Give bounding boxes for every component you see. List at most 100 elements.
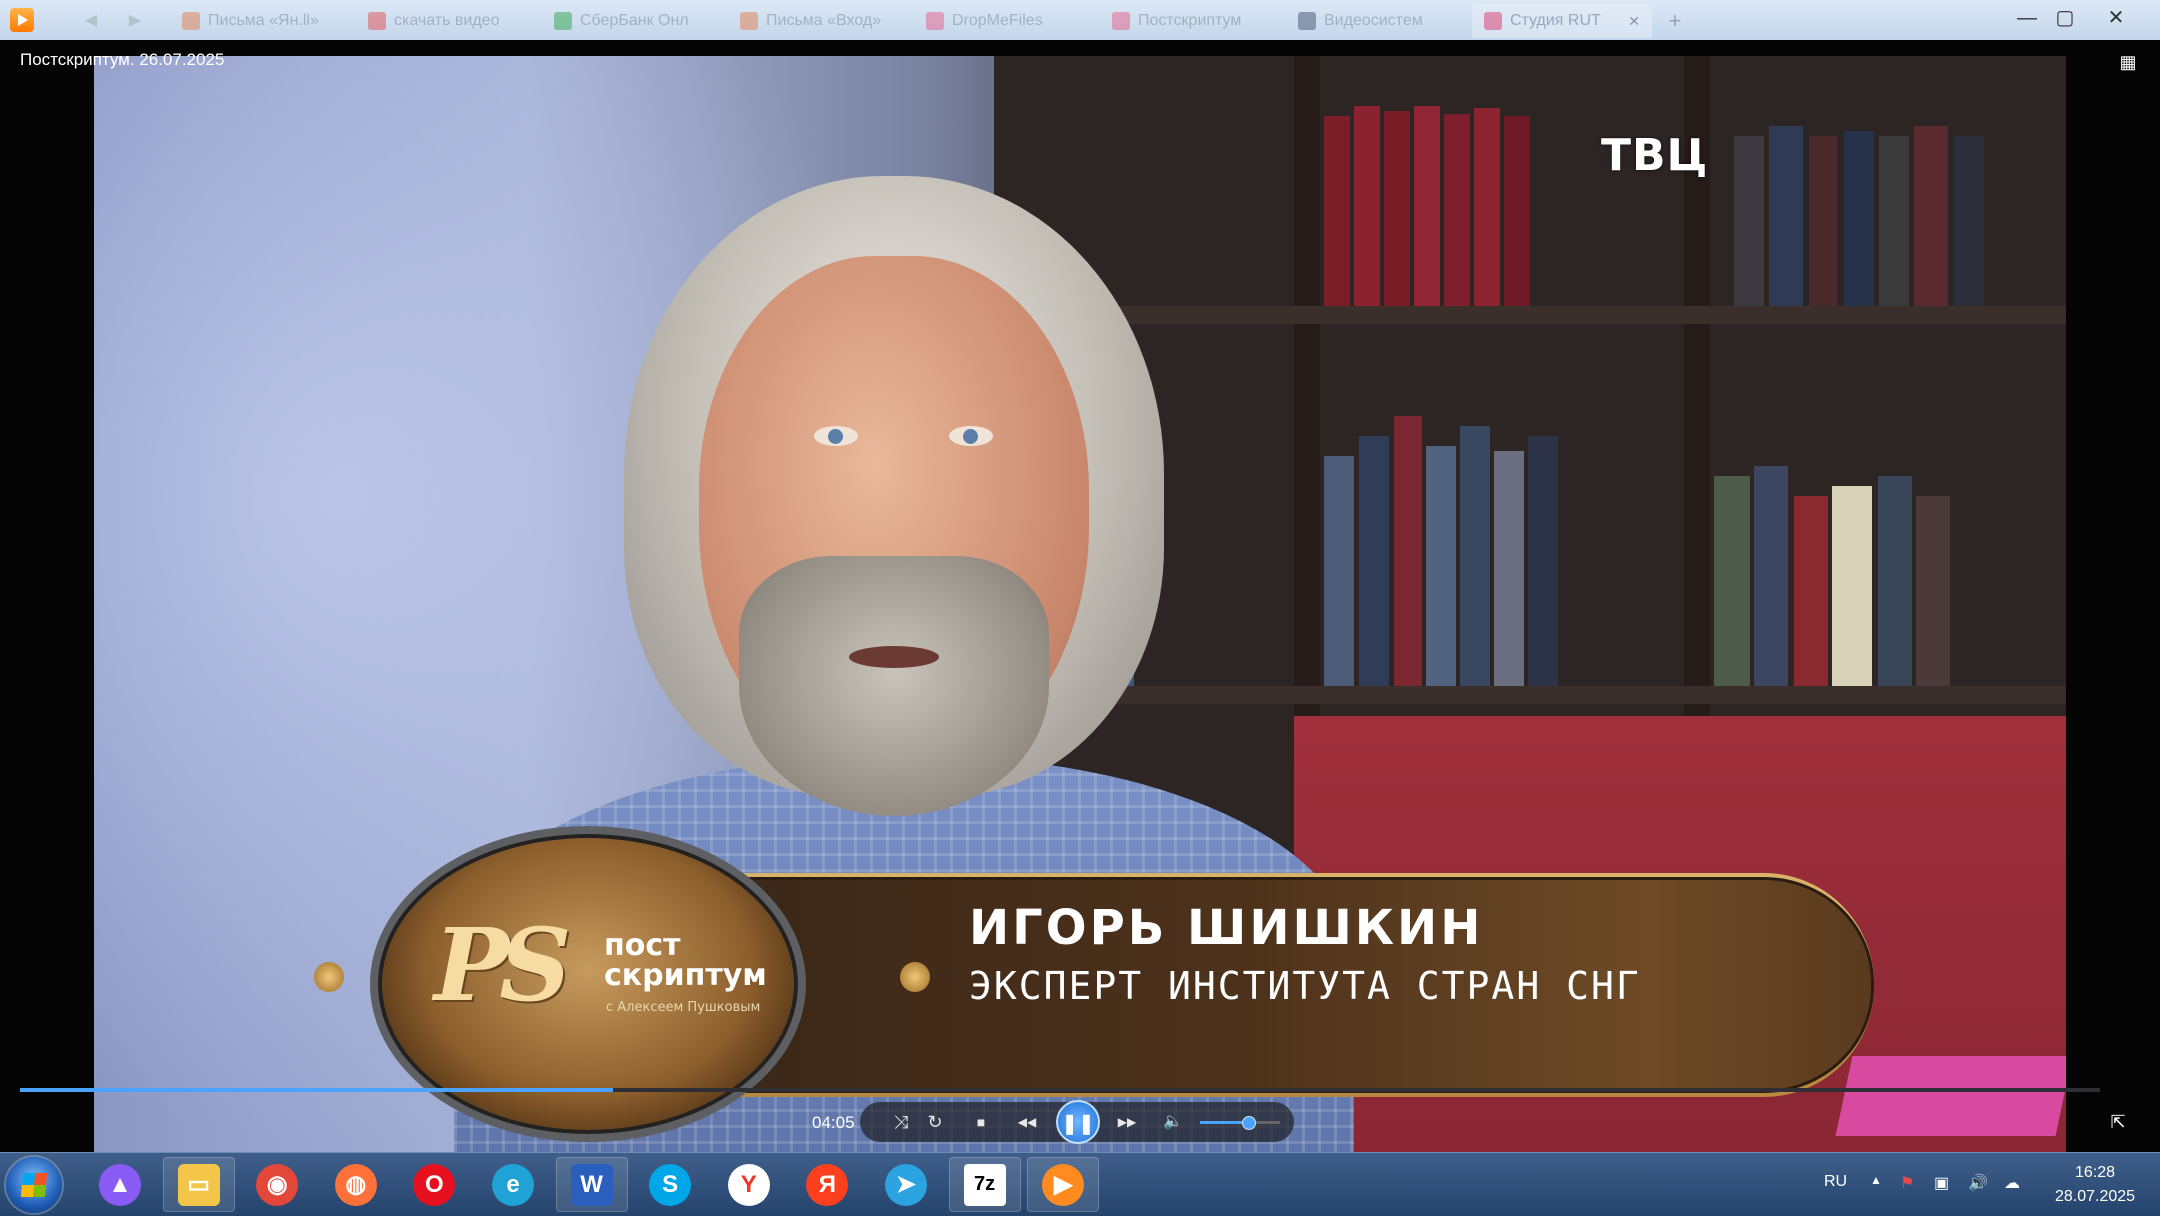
taskbar: ▲ ▭ ◉ ◍ Oe W S Y Я ➤ 7z ▶ RU ▲ ⚑ ▣ 🔊 ☁ 16:28 28.07.… xyxy=(0,1152,2160,1216)
skype-icon: S xyxy=(649,1163,692,1206)
red-circle-icon xyxy=(368,12,386,30)
taskbar-app-yandex[interactable]: Я xyxy=(791,1157,863,1212)
volume-fill xyxy=(1200,1121,1248,1124)
forward-button[interactable]: ▶ xyxy=(120,10,150,30)
language-indicator[interactable]: RU xyxy=(1824,1173,1847,1191)
taskbar-app-chrome[interactable]: ◉ xyxy=(241,1157,313,1212)
seek-bar[interactable] xyxy=(20,1088,2100,1092)
cloud-icon[interactable]: ☁ xyxy=(2004,1173,2020,1193)
mouth xyxy=(849,646,939,668)
firefox-icon: ◍ xyxy=(334,1163,377,1206)
beard xyxy=(739,556,1049,816)
show-logo-title: пост скриптум xyxy=(604,931,767,991)
clock[interactable]: 16:28 28.07.2025 xyxy=(2040,1161,2150,1209)
person-role: ЭКСПЕРТ ИНСТИТУТА СТРАН СНГ xyxy=(969,964,1641,1008)
seek-bar-fill xyxy=(20,1088,613,1092)
alice-icon: ▲ xyxy=(99,1163,141,1206)
browser-tab[interactable]: СберБанк Онл xyxy=(542,4,722,38)
tab-label: Письма «Вход» xyxy=(766,12,882,29)
maximize-button[interactable]: ▢ xyxy=(2041,4,2089,32)
tv-icon xyxy=(1112,12,1130,30)
browser-tab[interactable]: Письма «Вход» xyxy=(728,4,908,38)
browser-tab[interactable]: Видеосистем xyxy=(1286,4,1466,38)
shuffle-icon[interactable]: ⤨ xyxy=(888,1110,914,1134)
rutube-icon xyxy=(1484,12,1502,30)
yandex-browser-icon: Y xyxy=(727,1163,770,1206)
volume-thumb[interactable] xyxy=(1242,1116,1256,1130)
show-hidden-icon[interactable]: ▲ xyxy=(1870,1173,1882,1187)
network-icon[interactable]: ▣ xyxy=(1934,1173,1949,1193)
browser-tab[interactable]: скачать видео xyxy=(356,4,536,38)
tab-label: Постскриптум xyxy=(1138,12,1242,29)
taskbar-app-yandex-browser[interactable]: Y xyxy=(713,1157,785,1212)
volume-slider[interactable] xyxy=(1200,1116,1280,1130)
taskbar-app-word[interactable]: W xyxy=(555,1157,628,1212)
video-player[interactable]: ТВЦ PS пост скриптум с Алексеем Пушковым… xyxy=(0,40,2160,1152)
tab-label: DropMeFiles xyxy=(952,12,1043,29)
player-app-icon[interactable] xyxy=(10,8,34,32)
chrome-icon: ◉ xyxy=(256,1163,299,1206)
volume-icon[interactable]: 🔊 xyxy=(1968,1173,1988,1193)
telegram-icon: ➤ xyxy=(885,1163,927,1206)
repeat-icon[interactable]: ↻ xyxy=(922,1110,948,1134)
banner-knob-left xyxy=(314,962,344,992)
taskbar-app-telegram[interactable]: ➤ xyxy=(870,1157,942,1212)
show-logo-ps: PS xyxy=(434,906,571,1024)
opera-icon: O xyxy=(413,1163,456,1206)
taskbar-app-firefox[interactable]: ◍ xyxy=(320,1157,392,1212)
show-title-line2: скриптум xyxy=(604,958,767,993)
yandex-icon: Я xyxy=(806,1163,849,1206)
fast-forward-icon[interactable]: ▶▶ xyxy=(1110,1110,1144,1134)
taskbar-app-7zip[interactable]: 7z xyxy=(948,1157,1021,1212)
taskbar-app-edge[interactable]: e xyxy=(477,1157,549,1212)
taskbar-app-alice[interactable]: ▲ xyxy=(84,1157,156,1212)
show-title-line1: пост xyxy=(604,928,681,963)
browser-tab[interactable]: Постскриптум xyxy=(1100,4,1280,38)
start-button[interactable] xyxy=(6,1157,62,1213)
channel-logo: ТВЦ xyxy=(1601,130,1709,181)
show-logo-subtitle: с Алексеем Пушковым xyxy=(606,1000,761,1015)
dropme-icon xyxy=(926,12,944,30)
stop-icon[interactable]: ■ xyxy=(968,1110,994,1134)
mute-icon[interactable]: 🔈 xyxy=(1160,1110,1186,1134)
left-eye xyxy=(814,426,858,446)
taskbar-app-player[interactable]: ▶ xyxy=(1027,1157,1100,1212)
pause-button[interactable]: ❚❚ xyxy=(1056,1100,1100,1144)
tab-label: СберБанк Онл xyxy=(580,12,689,29)
edge-icon: e xyxy=(492,1163,534,1206)
clock-date: 28.07.2025 xyxy=(2054,1188,2136,1205)
fullscreen-icon[interactable]: ⇱ xyxy=(2106,1110,2130,1134)
playlist-menu-icon[interactable]: ▦ xyxy=(2116,50,2140,74)
close-button[interactable]: ✕ xyxy=(2092,4,2140,32)
tab-label: Письма «Ян.ll» xyxy=(208,12,319,29)
player-icon: ▶ xyxy=(1042,1163,1085,1206)
right-eye xyxy=(949,426,993,446)
current-time: 04:05 xyxy=(812,1113,855,1132)
7zip-icon: 7z xyxy=(963,1163,1006,1206)
playback-controls: ⤨ ↻ ■ ◀◀ ❚❚ ▶▶ 🔈 xyxy=(860,1100,1294,1144)
taskbar-app-skype[interactable]: S xyxy=(634,1157,706,1212)
gmail-icon xyxy=(740,12,758,30)
gmail-icon xyxy=(182,12,200,30)
word-icon: W xyxy=(570,1163,613,1206)
tab-label: скачать видео xyxy=(394,12,500,29)
tab-label: Студия RUT xyxy=(1510,12,1601,29)
back-button[interactable]: ◀ xyxy=(76,10,106,30)
clock-time: 16:28 xyxy=(2074,1164,2116,1181)
rewind-icon[interactable]: ◀◀ xyxy=(1010,1110,1044,1134)
sber-icon xyxy=(554,12,572,30)
tab-strip: Письма «Ян.ll» скачать видео СберБанк Онл П… xyxy=(170,4,1692,40)
taskbar-app-explorer[interactable]: ▭ xyxy=(162,1157,235,1212)
new-tab-button[interactable]: + xyxy=(1658,4,1692,38)
person-name: ИГОРЬ ШИШКИН xyxy=(969,900,1484,956)
explorer-icon: ▭ xyxy=(177,1163,220,1206)
taskbar-app-opera[interactable]: O xyxy=(398,1157,470,1212)
flag-icon[interactable]: ⚑ xyxy=(1900,1173,1914,1193)
banner-knob-right xyxy=(900,962,930,992)
video-title: Постскриптум. 26.07.2025 xyxy=(20,50,225,69)
browser-tab[interactable]: DropMeFiles xyxy=(914,4,1094,38)
close-tab-icon[interactable]: ✕ xyxy=(1628,13,1640,30)
browser-tab[interactable]: Студия RUT ✕ xyxy=(1472,4,1652,38)
browser-tab[interactable]: Письма «Ян.ll» xyxy=(170,4,350,38)
video-icon xyxy=(1298,12,1316,30)
